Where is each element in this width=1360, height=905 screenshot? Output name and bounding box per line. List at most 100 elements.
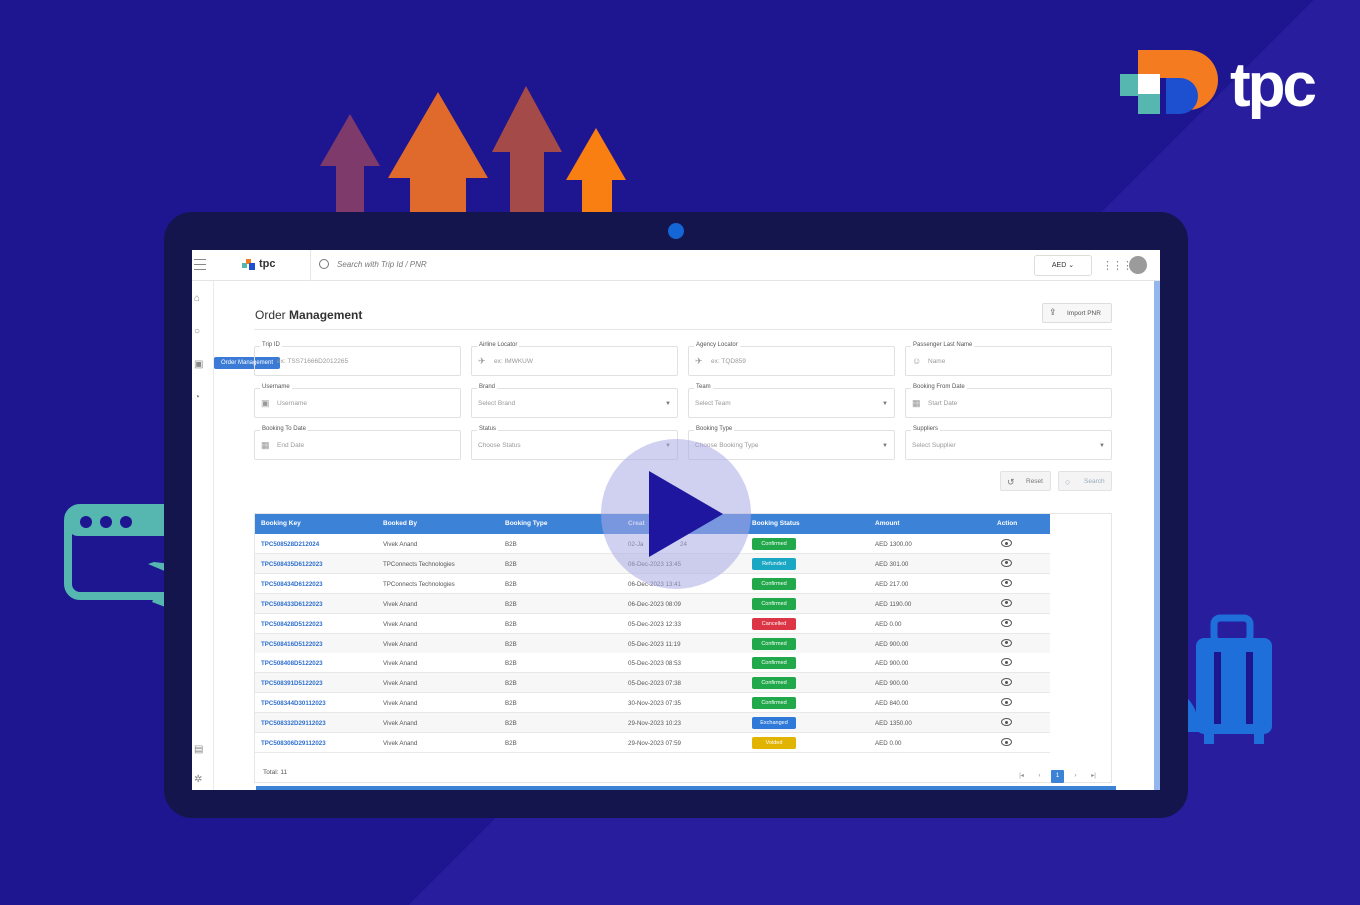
- column-header[interactable]: Booked By: [383, 520, 417, 527]
- booked-by: TPConnects Technologies: [383, 560, 455, 568]
- status-badge: Confirmed: [752, 577, 796, 590]
- import-pnr-button[interactable]: ⇪ Import PNR: [1042, 303, 1112, 323]
- table-row[interactable]: TPC508332D29112023 Vivek Anand B2B 29-Nov-2…: [255, 713, 1050, 734]
- view-eye-icon[interactable]: [1001, 638, 1012, 647]
- table-row[interactable]: TPC508416D5122023 Vivek Anand B2B 05-Dec-20…: [255, 633, 1050, 654]
- upload-icon: ⇪: [1049, 307, 1057, 317]
- from-date-field[interactable]: Booking From Date ▦ Start Date: [905, 384, 1112, 418]
- created-date: 05-Dec-2023 07:38: [628, 680, 681, 688]
- view-eye-icon[interactable]: [1001, 618, 1012, 627]
- booking-key-link[interactable]: TPC508344D30112023: [261, 700, 326, 707]
- amount: AED 0.00: [875, 740, 902, 747]
- document-icon[interactable]: ▤: [194, 744, 205, 755]
- to-date-field[interactable]: Booking To Date ▦ End Date: [254, 426, 461, 460]
- agency-locator-field[interactable]: Agency Locator ✈ ex: TQD859: [688, 342, 895, 376]
- booking-key-link[interactable]: TPC508391D5122023: [261, 680, 323, 687]
- currency-select[interactable]: AED ⌄: [1034, 255, 1092, 276]
- next-page-icon[interactable]: ›: [1069, 770, 1082, 783]
- booking-key-link[interactable]: TPC508434D6122023: [261, 581, 323, 588]
- trip-search-input[interactable]: Search with Trip Id / PNR: [310, 250, 710, 281]
- amount: AED 900.00: [875, 640, 909, 648]
- airline-locator-field[interactable]: Airline Locator ✈ ex: IMWKUW: [471, 342, 678, 376]
- table-row[interactable]: TPC508408D5122023 Vivek Anand B2B 05-Dec-20…: [255, 653, 1050, 674]
- bottom-strip: [256, 786, 1116, 790]
- person-icon: ☺: [912, 356, 922, 366]
- search-nav-icon[interactable]: ○: [194, 326, 205, 337]
- column-header[interactable]: Booking Status: [752, 520, 800, 527]
- booking-key-link[interactable]: TPC508416D5122023: [261, 641, 323, 648]
- booking-key-link[interactable]: TPC508408D5122023: [261, 660, 323, 667]
- amount: AED 900.00: [875, 680, 909, 688]
- view-eye-icon[interactable]: [1001, 539, 1012, 547]
- view-eye-icon[interactable]: [1001, 598, 1012, 607]
- view-eye-icon[interactable]: [1001, 718, 1012, 727]
- table-row[interactable]: TPC508344D30112023 Vivek Anand B2B 30-Nov-2…: [255, 693, 1050, 714]
- column-header[interactable]: Booking Type: [505, 520, 548, 527]
- reports-icon[interactable]: ◔: [194, 392, 205, 403]
- last-page-icon[interactable]: ▸|: [1087, 770, 1100, 783]
- booked-by: Vivek Anand: [383, 660, 418, 668]
- booking-type: B2B: [505, 720, 517, 728]
- status-badge: Confirmed: [752, 637, 796, 650]
- username-field[interactable]: Username ▣ Username: [254, 384, 461, 418]
- caret-down-icon: ▼: [882, 443, 888, 449]
- team-select[interactable]: Team Select Team ▼: [688, 384, 895, 418]
- play-button[interactable]: [601, 439, 751, 589]
- search-icon: ○: [1065, 477, 1071, 487]
- amount: AED 1350.00: [875, 720, 912, 728]
- prev-page-icon[interactable]: ‹: [1033, 770, 1046, 783]
- order-management-icon[interactable]: ▣: [194, 359, 205, 370]
- trip-id-field[interactable]: Trip ID ex: TSS71666D2012265: [254, 342, 461, 376]
- scrollbar[interactable]: [1154, 281, 1160, 790]
- view-eye-icon[interactable]: [1001, 678, 1012, 687]
- status-badge: Confirmed: [752, 697, 796, 710]
- app-logo-icon: [242, 259, 255, 270]
- booked-by: Vivek Anand: [383, 600, 418, 608]
- app-logo[interactable]: tpc: [242, 258, 276, 276]
- booking-key-link[interactable]: TPC508306D29112023: [261, 740, 326, 747]
- reset-button[interactable]: ↺ Reset: [1000, 471, 1051, 491]
- view-eye-icon[interactable]: [1001, 658, 1012, 667]
- booking-key-link[interactable]: TPC508528D212024: [261, 541, 319, 548]
- home-icon[interactable]: ⌂: [194, 293, 205, 304]
- booking-type: B2B: [505, 660, 517, 668]
- current-page[interactable]: 1: [1051, 770, 1064, 783]
- created-date: 05-Dec-2023 08:53: [628, 660, 681, 668]
- menu-icon[interactable]: [194, 259, 206, 274]
- booking-key-link[interactable]: TPC508428D5122023: [261, 621, 323, 628]
- table-row[interactable]: TPC508433D6122023 Vivek Anand B2B 06-Dec-20…: [255, 593, 1050, 614]
- suppliers-select[interactable]: Suppliers Select Supplier ▼: [905, 426, 1112, 460]
- brand-select[interactable]: Brand Select Brand ▼: [471, 384, 678, 418]
- booking-key-link[interactable]: TPC508332D29112023: [261, 720, 326, 727]
- table-row[interactable]: TPC508306D29112023 Vivek Anand B2B 29-Nov-2…: [255, 733, 1050, 753]
- brand-mark-icon: [1120, 50, 1218, 114]
- column-header[interactable]: Booking Key: [261, 520, 301, 527]
- first-page-icon[interactable]: |◂: [1015, 770, 1028, 783]
- caret-down-icon: ▼: [665, 401, 671, 407]
- status-badge: Confirmed: [752, 538, 796, 550]
- view-eye-icon[interactable]: [1001, 558, 1012, 567]
- booking-key-link[interactable]: TPC508433D6122023: [261, 601, 323, 608]
- view-eye-icon[interactable]: [1001, 698, 1012, 707]
- booking-type: B2B: [505, 740, 517, 747]
- booked-by: TPConnects Technologies: [383, 580, 455, 588]
- booking-key-link[interactable]: TPC508435D6122023: [261, 561, 323, 568]
- apps-grid-icon[interactable]: ⋮⋮⋮: [1102, 259, 1133, 272]
- view-eye-icon[interactable]: [1001, 738, 1012, 746]
- user-avatar[interactable]: [1129, 256, 1147, 274]
- caret-down-icon: ▼: [882, 401, 888, 407]
- passenger-name-field[interactable]: Passenger Last Name ☺ Name: [905, 342, 1112, 376]
- amount: AED 1190.00: [875, 600, 912, 608]
- left-rail: ⌂ ○ ▣ ◔ ▤ ✲: [192, 281, 214, 790]
- settings-icon[interactable]: ✲: [194, 774, 205, 785]
- status-badge: Exchanged: [752, 717, 796, 730]
- table-row[interactable]: TPC508428D5122023 Vivek Anand B2B 05-Dec-20…: [255, 613, 1050, 634]
- total-count: Total: 11: [263, 769, 288, 776]
- column-header[interactable]: Amount: [875, 520, 900, 527]
- pagination: |◂ ‹ 1 › ▸|: [1015, 764, 1105, 783]
- column-header[interactable]: Action: [997, 520, 1017, 527]
- table-row[interactable]: TPC508391D5122023 Vivek Anand B2B 05-Dec-20…: [255, 673, 1050, 694]
- search-button[interactable]: ○ Search: [1058, 471, 1112, 491]
- created-date: 06-Dec-2023 08:09: [628, 600, 681, 608]
- view-eye-icon[interactable]: [1001, 578, 1012, 587]
